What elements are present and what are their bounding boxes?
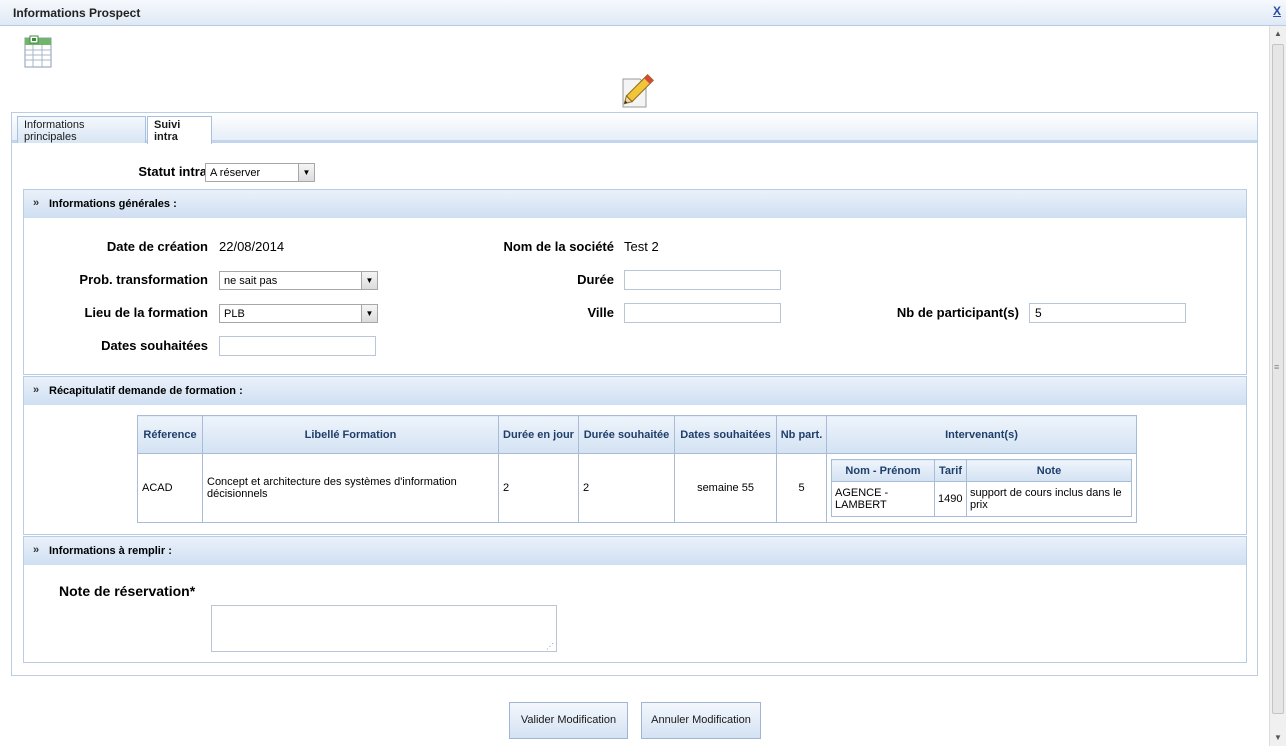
vertical-scrollbar[interactable]: ▲ ≡ ▼ <box>1269 26 1286 746</box>
edit-pencil-icon[interactable] <box>620 73 654 109</box>
lieu-formation-select[interactable]: PLB ▼ <box>219 304 378 323</box>
prob-transformation-select[interactable]: ne sait pas ▼ <box>219 271 378 290</box>
resize-grip-icon[interactable]: ⋰ <box>546 642 554 651</box>
cell-intervenants: Nom - Prénom Tarif Note AGENCE - LAMBERT… <box>826 453 1137 523</box>
scroll-down-icon[interactable]: ▼ <box>1270 730 1286 746</box>
valider-modification-button[interactable]: Valider Modification <box>509 702 628 739</box>
scrollbar-thumb[interactable] <box>1272 44 1284 714</box>
chevron-down-icon: ▼ <box>361 305 377 322</box>
date-creation-label: Date de création <box>106 239 208 254</box>
section-title: Informations à remplir : <box>49 545 172 557</box>
column-header: Durée souhaitée <box>578 415 675 454</box>
table-header-row: Réference Libellé Formation Durée en jou… <box>137 415 1137 454</box>
tab-informations-principales[interactable]: Informations principales <box>17 116 146 143</box>
tab-suivi-intra[interactable]: Suivi intra <box>147 116 212 144</box>
window-titlebar: Informations Prospect X <box>0 0 1286 26</box>
column-header: Intervenant(s) <box>826 415 1137 454</box>
cell-nom-prenom: AGENCE - LAMBERT <box>831 481 935 517</box>
column-header: Réference <box>137 415 203 454</box>
section-header: » Informations à remplir : <box>24 537 1246 565</box>
cell-duree-jour: 2 <box>498 453 579 523</box>
window-title: Informations Prospect <box>13 6 141 20</box>
section-title: Récapitulatif demande de formation : <box>49 385 243 397</box>
tab-bar: Informations principales Suivi intra <box>12 113 1257 144</box>
scroll-up-icon[interactable]: ▲ <box>1270 26 1286 42</box>
nb-participants-input[interactable]: 5 <box>1029 303 1186 323</box>
statut-intra-label: Statut intra <box>138 164 207 179</box>
column-header: Dates souhaitées <box>674 415 777 454</box>
nb-participants-label: Nb de participant(s) <box>896 305 1019 320</box>
chevron-down-icon: ▼ <box>361 272 377 289</box>
scroll-grip-icon: ≡ <box>1274 362 1280 372</box>
column-header: Note <box>966 459 1132 482</box>
dates-souhaitees-input[interactable] <box>219 336 376 356</box>
statut-intra-select[interactable]: A réserver ▼ <box>205 163 315 182</box>
lieu-formation-value: PLB <box>224 308 245 320</box>
ville-input[interactable] <box>624 303 781 323</box>
section-informations-generales: » Informations générales : Date de créat… <box>23 189 1247 375</box>
cell-tarif: 1490 <box>934 481 967 517</box>
statut-intra-value: A réserver <box>210 167 261 179</box>
prob-transformation-label: Prob. transformation <box>79 272 208 287</box>
cell-duree-souhaitee: 2 <box>578 453 675 523</box>
cell-nb: 5 <box>776 453 827 523</box>
collapse-chevron-icon[interactable]: » <box>33 544 39 556</box>
chevron-down-icon: ▼ <box>298 164 314 181</box>
section-header: » Récapitulatif demande de formation : <box>24 377 1246 405</box>
spreadsheet-icon[interactable] <box>24 35 54 69</box>
section-title: Informations générales : <box>49 198 177 210</box>
section-informations-a-remplir: » Informations à remplir : Note de réser… <box>23 536 1247 663</box>
prospect-panel: Informations principales Suivi intra Sta… <box>11 112 1258 676</box>
ville-label: Ville <box>587 305 614 320</box>
societe-label: Nom de la société <box>503 239 614 254</box>
column-header: Libellé Formation <box>202 415 499 454</box>
column-header: Nom - Prénom <box>831 459 935 482</box>
societe-value: Test 2 <box>624 239 659 254</box>
dates-souhaitees-label: Dates souhaitées <box>101 338 208 353</box>
intervenants-table: Nom - Prénom Tarif Note AGENCE - LAMBERT… <box>831 459 1132 517</box>
lieu-formation-label: Lieu de la formation <box>84 305 208 320</box>
cell-libelle: Concept et architecture des systèmes d'i… <box>202 453 499 523</box>
table-header-row: Nom - Prénom Tarif Note <box>831 459 1132 482</box>
table-row: AGENCE - LAMBERT 1490 support de cours i… <box>831 481 1132 517</box>
annuler-modification-button[interactable]: Annuler Modification <box>641 702 761 739</box>
cell-note: support de cours inclus dans le prix <box>966 481 1132 517</box>
date-creation-value: 22/08/2014 <box>219 239 285 254</box>
duree-input[interactable] <box>624 270 781 290</box>
section-header: » Informations générales : <box>24 190 1246 218</box>
section-recapitulatif: » Récapitulatif demande de formation : R… <box>23 376 1247 535</box>
collapse-chevron-icon[interactable]: » <box>33 197 39 209</box>
column-header: Nb part. <box>776 415 827 454</box>
cell-dates: semaine 55 <box>674 453 777 523</box>
collapse-chevron-icon[interactable]: » <box>33 384 39 396</box>
close-button[interactable]: X <box>1273 4 1281 18</box>
column-header: Durée en jour <box>498 415 579 454</box>
table-row: ACAD Concept et architecture des système… <box>137 453 1137 523</box>
formation-table: Réference Libellé Formation Durée en jou… <box>137 415 1137 523</box>
prob-transformation-value: ne sait pas <box>224 275 278 287</box>
duree-label: Durée <box>577 272 614 287</box>
note-reservation-label: Note de réservation* <box>59 583 196 599</box>
note-reservation-textarea[interactable]: ⋰ <box>211 605 557 652</box>
cell-reference: ACAD <box>137 453 203 523</box>
column-header: Tarif <box>934 459 967 482</box>
